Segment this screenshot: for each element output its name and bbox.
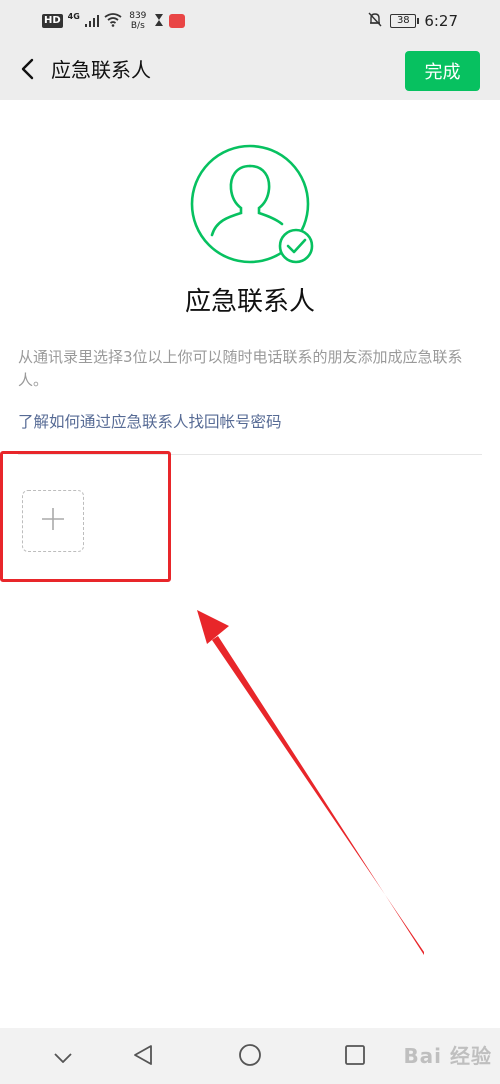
page: HD 4G 839 B/s 38 6:27 应急联系人 完成 应急联系人 从通讯… — [0, 0, 500, 1084]
status-left: HD 4G 839 B/s — [42, 9, 185, 33]
battery-indicator: 38 — [390, 14, 420, 28]
done-button[interactable]: 完成 — [405, 51, 480, 91]
page-heading: 应急联系人 — [184, 287, 315, 317]
recents-icon — [344, 1044, 366, 1070]
status-bar: HD 4G 839 B/s 38 6:27 — [0, 0, 500, 42]
home-button[interactable] — [235, 1042, 265, 1072]
nav-bar: 应急联系人 完成 — [0, 42, 500, 100]
speed-unit: B/s — [130, 21, 145, 31]
back-icon — [20, 58, 34, 84]
avatar-check-icon — [188, 142, 314, 268]
watermark: Bai 经验 — [403, 1044, 492, 1068]
system-back-button[interactable] — [128, 1042, 158, 1072]
wifi-icon — [104, 12, 122, 31]
collapse-button[interactable] — [48, 1042, 78, 1072]
signal-icon — [84, 12, 99, 31]
collapse-icon — [54, 1048, 72, 1067]
speed-value: 839 — [129, 11, 147, 21]
nav-back-icon — [133, 1044, 153, 1070]
annotation-highlight-box — [0, 451, 171, 582]
app-notification-icon — [168, 14, 185, 28]
mute-icon — [368, 12, 382, 31]
description-text: 从通讯录里选择3位以上你可以随时电话联系的朋友添加成应急联系人。 — [18, 348, 463, 389]
back-button[interactable] — [12, 54, 42, 88]
status-right: 38 6:27 — [368, 9, 458, 33]
network-speed: 839 B/s — [127, 11, 149, 31]
hourglass-icon — [154, 12, 164, 31]
network-type: 4G — [67, 11, 80, 21]
status-time: 6:27 — [424, 12, 458, 30]
hd-badge: HD — [42, 14, 63, 28]
recents-button[interactable] — [340, 1042, 370, 1072]
nav-title: 应急联系人 — [51, 58, 151, 82]
home-icon — [238, 1043, 262, 1071]
recover-account-link[interactable]: 了解如何通过应急联系人找回帐号密码 — [18, 410, 282, 434]
